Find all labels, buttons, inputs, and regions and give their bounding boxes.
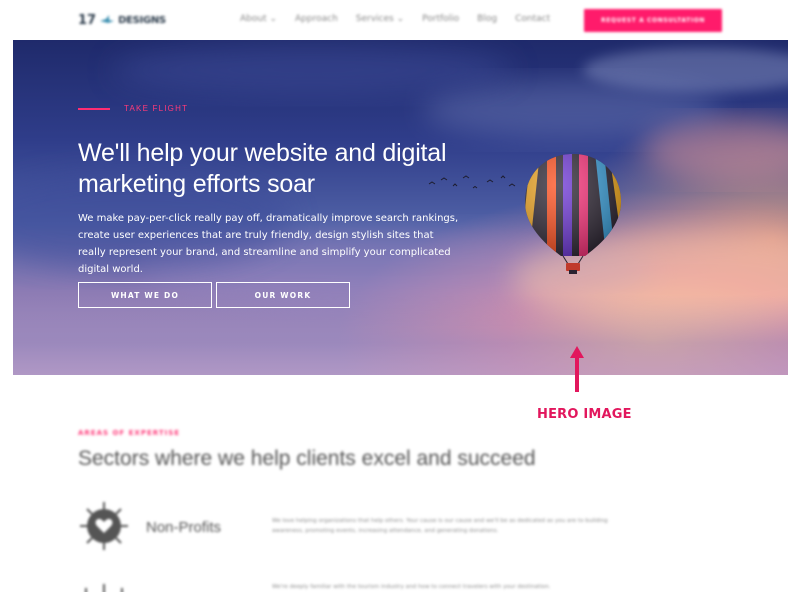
sector-description-nonprofits: We love helping organizations that help … xyxy=(272,518,608,534)
heart-badge-icon xyxy=(80,502,128,550)
site-logo[interactable]: 17 DESIGNS xyxy=(78,11,166,29)
nav-item-blog[interactable]: Blog xyxy=(477,14,497,24)
hero-image: TAKE FLIGHT We'll help your website and … xyxy=(13,40,788,375)
sector-description-2: We're deeply familiar with the tourism i… xyxy=(272,584,551,590)
travel-icon xyxy=(85,584,123,592)
sector-name-nonprofits: Non-Profits xyxy=(146,519,222,536)
bird-logo-icon xyxy=(100,15,115,23)
site-header: 17 DESIGNS About ⌄ Approach Services ⌄ P… xyxy=(0,0,800,40)
eyebrow-line xyxy=(78,107,110,110)
our-work-button[interactable]: OUR WORK xyxy=(216,282,350,308)
hot-air-balloon-icon xyxy=(525,154,621,274)
nav-item-contact[interactable]: Contact xyxy=(515,14,550,24)
nav-item-services[interactable]: Services ⌄ xyxy=(356,14,404,24)
nav-item-about[interactable]: About ⌄ xyxy=(240,14,277,24)
main-nav: About ⌄ Approach Services ⌄ Portfolio Bl… xyxy=(240,14,550,24)
birds-icon xyxy=(428,175,516,189)
arrow-up-icon xyxy=(570,346,584,392)
what-we-do-button[interactable]: WHAT WE DO xyxy=(78,282,212,308)
hero-copy: We make pay-per-click really pay off, dr… xyxy=(78,213,459,275)
logo-number: 17 xyxy=(78,12,97,28)
nav-item-approach[interactable]: Approach xyxy=(295,14,338,24)
logo-word: DESIGNS xyxy=(118,14,166,26)
hero-eyebrow: TAKE FLIGHT xyxy=(78,104,188,113)
eyebrow-text: TAKE FLIGHT xyxy=(124,104,189,113)
sectors-title: Sectors where we help clients excel and … xyxy=(78,447,536,470)
sectors-eyebrow: AREAS OF EXPERTISE xyxy=(78,429,181,437)
nav-item-portfolio[interactable]: Portfolio xyxy=(422,14,459,24)
request-consultation-button[interactable]: REQUEST A CONSULTATION xyxy=(584,9,722,32)
sectors-section: AREAS OF EXPERTISE Sectors where we help… xyxy=(0,420,800,592)
